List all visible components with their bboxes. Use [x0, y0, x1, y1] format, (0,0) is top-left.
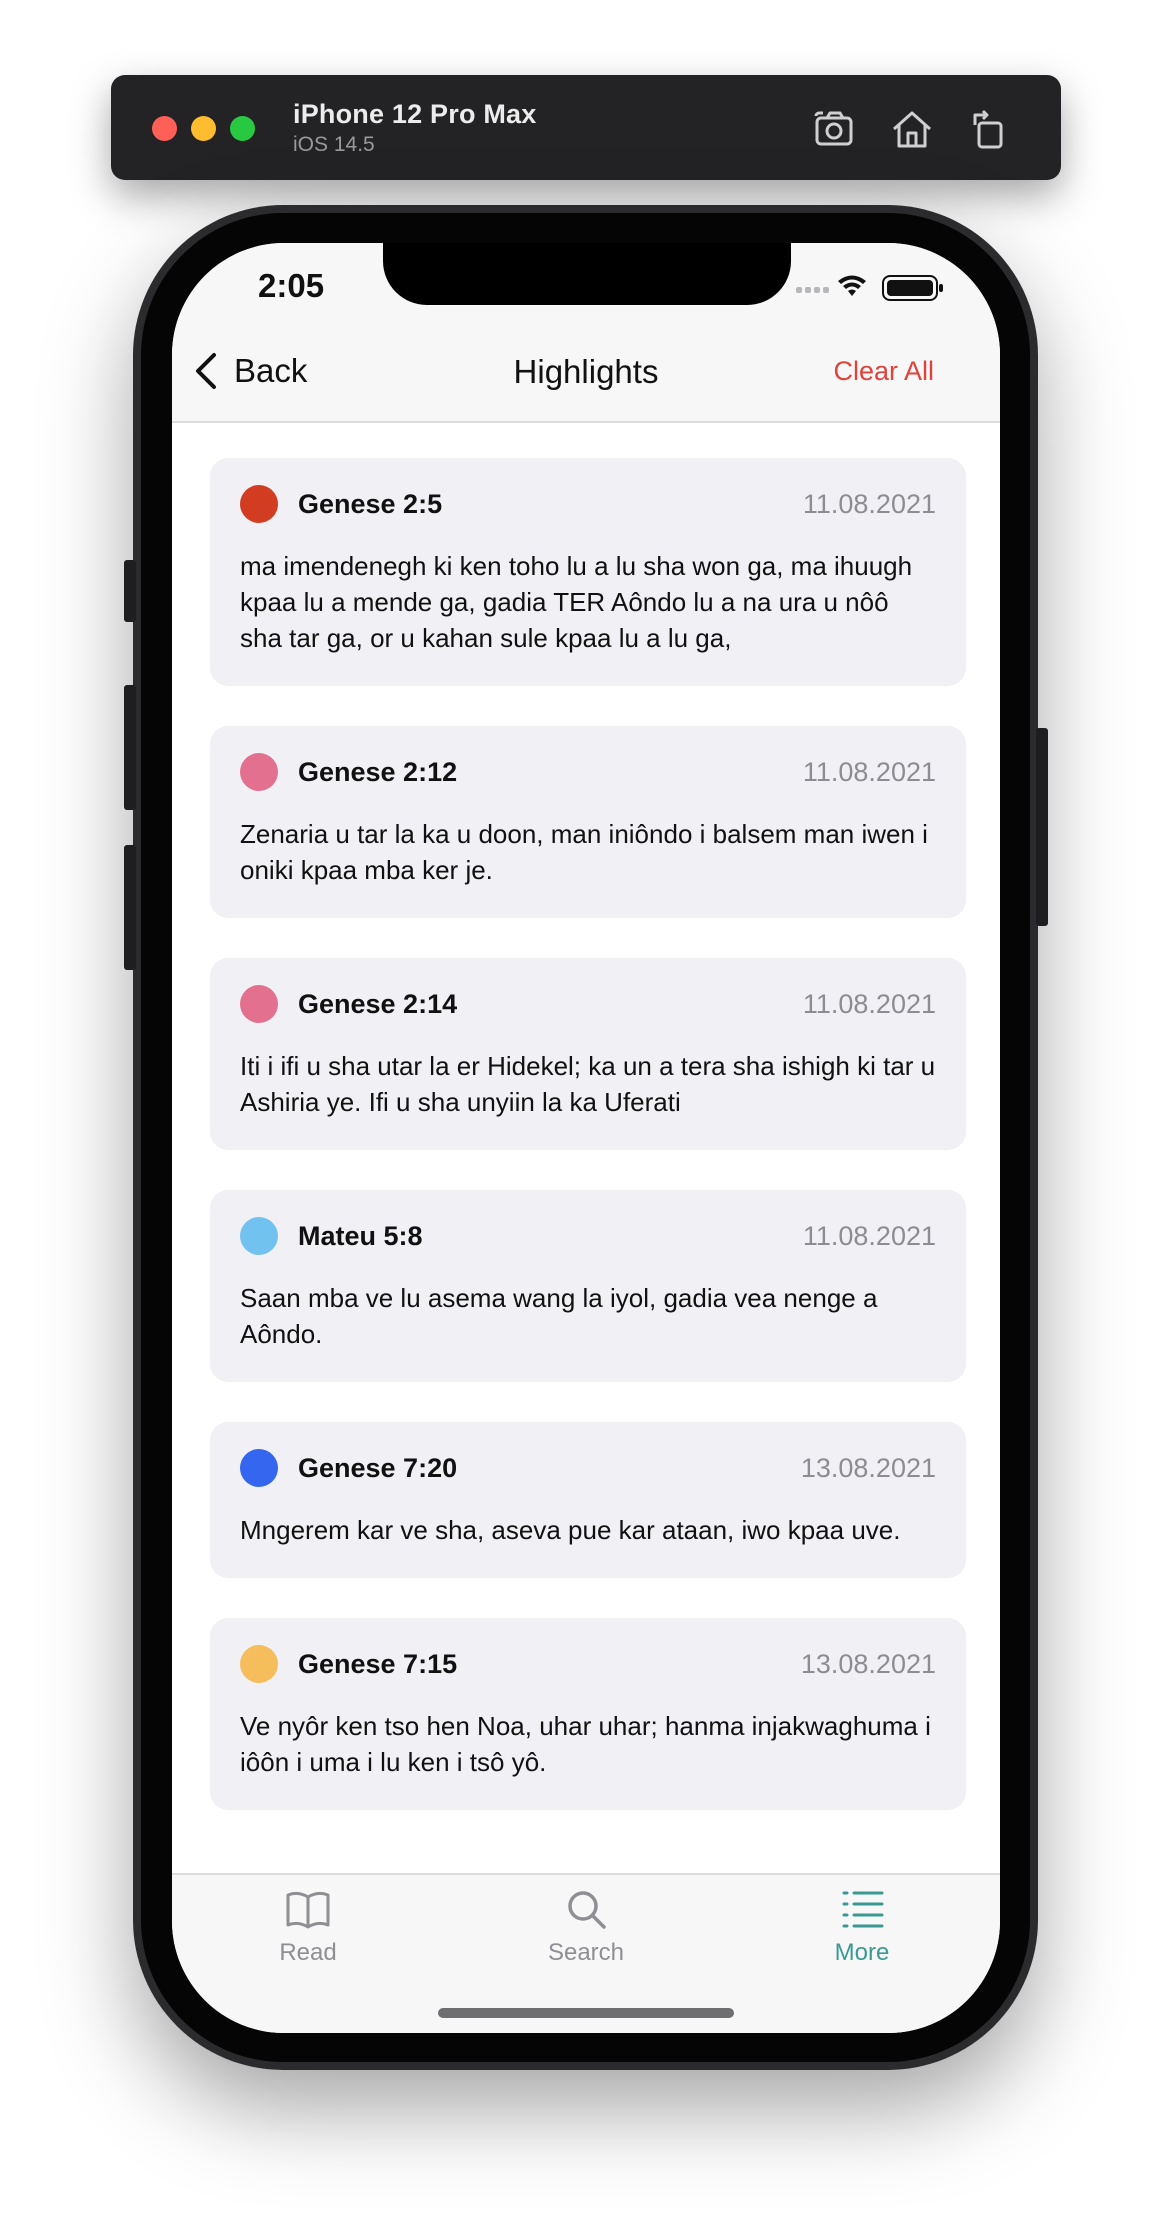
verse-reference: Genese 7:15 [298, 1648, 458, 1679]
wifi-icon [838, 275, 866, 296]
verse-text: Ve nyôr ken tso hen Noa, uhar uhar; hanm… [240, 1711, 931, 1777]
highlight-card[interactable]: Genese 7:15 13.08.2021 Ve nyôr ken tso hen… [210, 1618, 966, 1810]
home-indicator[interactable] [438, 2008, 734, 2018]
tab-more-label: More [834, 1939, 890, 1966]
home-icon[interactable] [888, 105, 936, 153]
verse-reference: Genese 7:20 [298, 1452, 458, 1483]
highlight-color-dot [240, 1449, 278, 1487]
status-time: 2:05 [258, 267, 325, 304]
volume-down-button [124, 845, 136, 970]
verse-reference: Genese 2:12 [298, 756, 458, 787]
highlight-color-dot [240, 1645, 278, 1683]
highlight-card[interactable]: Genese 2:5 11.08.2021 ma imendenegh ki ken… [210, 458, 966, 686]
highlight-date: 11.08.2021 [802, 756, 936, 787]
highlight-date: 11.08.2021 [802, 1220, 936, 1251]
highlight-header: Genese 2:12 11.08.2021 [240, 752, 936, 792]
screenshot-icon[interactable] [811, 105, 859, 153]
highlight-card[interactable]: Genese 2:14 11.08.2021 Iti i ifi u sha uta… [210, 958, 966, 1150]
highlight-color-dot [240, 1217, 278, 1255]
close-window-button[interactable] [152, 116, 177, 141]
highlight-color-dot [240, 753, 278, 791]
highlight-color-dot [240, 485, 278, 523]
verse-text: Mngerem kar ve sha, aseva pue kar ataan,… [240, 1515, 901, 1545]
notch [383, 243, 791, 305]
tab-search-label: Search [547, 1939, 625, 1966]
highlight-header: Genese 2:14 11.08.2021 [240, 984, 936, 1024]
verse-text: Saan mba ve lu asema wang la iyol, gadia… [240, 1283, 878, 1349]
search-icon [568, 1891, 606, 1929]
rotate-icon[interactable] [965, 105, 1013, 153]
tab-read-label: Read [279, 1939, 337, 1966]
verse-reference: Genese 2:14 [298, 988, 458, 1019]
highlight-date: 11.08.2021 [802, 488, 936, 519]
highlights-list: Genese 2:5 11.08.2021 ma imendenegh ki ken… [210, 458, 966, 1850]
phone-screen: Back Highlights Clear All 2:05 Genese 2:… [172, 243, 1000, 2033]
power-button [1036, 728, 1048, 926]
highlight-header: Genese 7:15 13.08.2021 [240, 1644, 936, 1684]
verse-text: Iti i ifi u sha utar la er Hidekel; ka u… [240, 1051, 936, 1117]
highlight-header: Mateu 5:8 11.08.2021 [240, 1216, 936, 1256]
highlight-card[interactable]: Genese 7:20 13.08.2021 Mngerem kar ve sha,… [210, 1422, 966, 1578]
volume-up-button [124, 685, 136, 810]
tab-read[interactable]: Read [228, 1887, 388, 1967]
highlight-date: 13.08.2021 [800, 1452, 936, 1483]
book-icon [286, 1891, 330, 1929]
device-name: iPhone 12 Pro Max [293, 99, 537, 129]
cellular-signal-icon [796, 287, 829, 293]
battery-icon [882, 275, 943, 301]
verse-reference: Mateu 5:8 [298, 1220, 423, 1251]
highlight-header: Genese 7:20 13.08.2021 [240, 1448, 936, 1488]
highlight-card[interactable]: Mateu 5:8 11.08.2021 Saan mba ve lu asema … [210, 1190, 966, 1382]
highlight-date: 13.08.2021 [800, 1648, 936, 1679]
os-version: iOS 14.5 [293, 133, 375, 156]
verse-reference: Genese 2:5 [298, 488, 443, 519]
highlight-header: Genese 2:5 11.08.2021 [240, 484, 936, 524]
clear-all-button[interactable]: Clear All [833, 356, 934, 387]
list-icon [842, 1891, 884, 1928]
simulator-title-bar: iPhone 12 Pro Max iOS 14.5 [111, 75, 1061, 180]
zoom-window-button[interactable] [230, 116, 255, 141]
highlight-card[interactable]: Genese 2:12 11.08.2021 Zenaria u tar la ka… [210, 726, 966, 918]
verse-text: Zenaria u tar la ka u doon, man iniôndo … [240, 819, 928, 885]
tab-search[interactable]: Search [506, 1887, 666, 1967]
tab-more[interactable]: More [782, 1887, 942, 1967]
highlight-date: 11.08.2021 [802, 988, 936, 1019]
status-indicators [796, 273, 948, 303]
verse-text: ma imendenegh ki ken toho lu a lu sha wo… [240, 551, 913, 653]
mute-switch [124, 560, 136, 622]
minimize-window-button[interactable] [191, 116, 216, 141]
highlight-color-dot [240, 985, 278, 1023]
